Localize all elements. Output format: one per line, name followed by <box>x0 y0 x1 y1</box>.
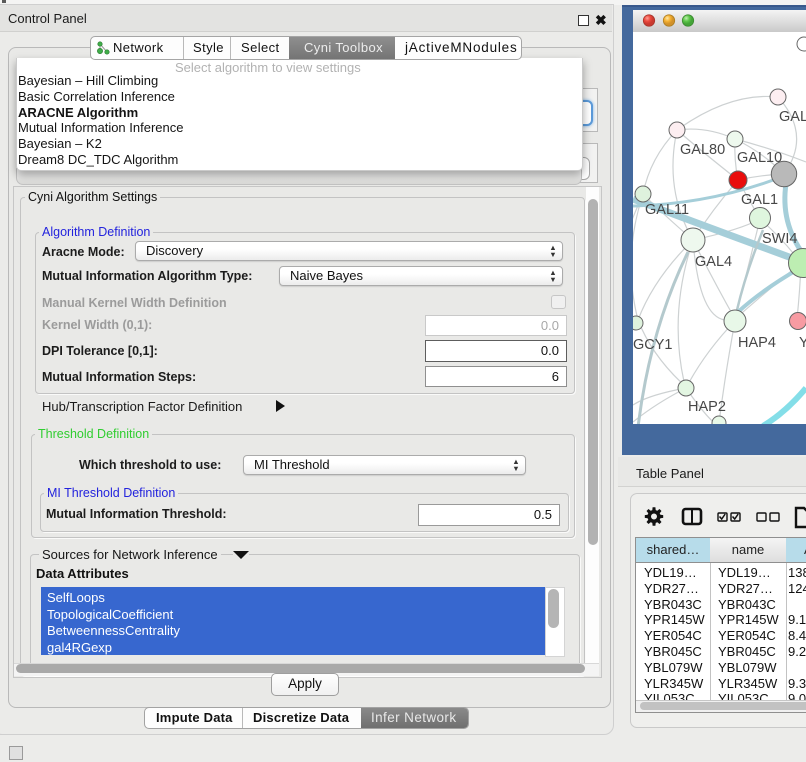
svg-text:GAL10: GAL10 <box>737 150 782 166</box>
svg-text:YM: YM <box>799 335 806 351</box>
svg-text:GAL1: GAL1 <box>741 192 778 208</box>
svg-text:GAL80: GAL80 <box>680 142 725 158</box>
svg-text:SWI4: SWI4 <box>762 231 797 247</box>
svg-text:GAL11: GAL11 <box>645 202 689 218</box>
svg-text:GCY1: GCY1 <box>633 337 673 353</box>
svg-text:GAL4: GAL4 <box>695 254 732 270</box>
svg-text:HAP4: HAP4 <box>738 335 776 351</box>
svg-text:HAP2: HAP2 <box>688 399 726 415</box>
svg-text:GAL2: GAL2 <box>779 109 806 125</box>
